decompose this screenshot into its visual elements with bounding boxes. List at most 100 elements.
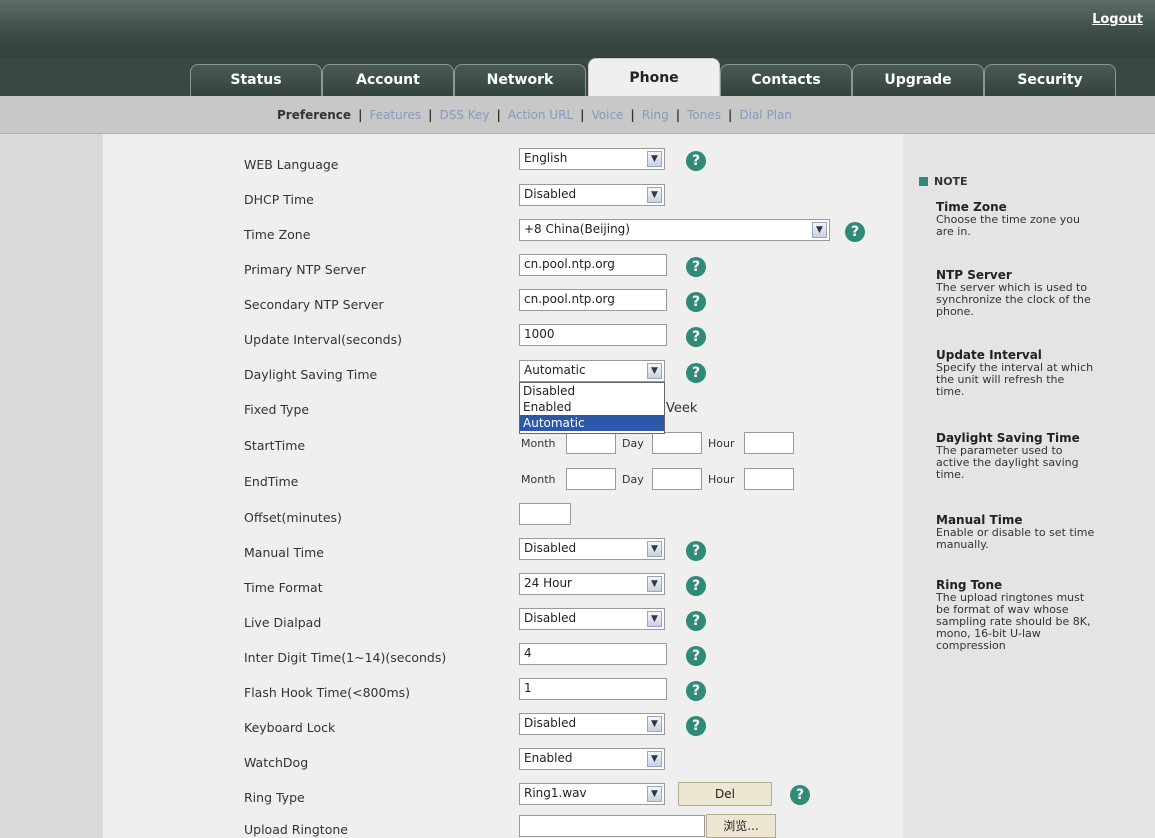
watchdog-value: Enabled	[524, 751, 573, 765]
start-time-label: StartTime	[244, 438, 306, 453]
note-manual-time: Manual Time Enable or disable to set tim…	[936, 513, 1096, 551]
note-title: NTP Server	[936, 268, 1012, 282]
note-bullet-icon	[919, 177, 928, 186]
chevron-down-icon: ▼	[647, 576, 662, 592]
time-format-select[interactable]: 24 Hour ▼	[519, 573, 665, 595]
note-time-zone: Time Zone Choose the time zone you are i…	[936, 200, 1096, 238]
upload-ringtone-path[interactable]	[519, 815, 705, 837]
time-zone-label: Time Zone	[244, 227, 311, 242]
help-icon[interactable]: ?	[790, 785, 810, 805]
subnav-action-url[interactable]: Action URL	[508, 108, 573, 122]
tab-account[interactable]: Account	[322, 64, 454, 96]
dropdown-option-disabled[interactable]: Disabled	[520, 383, 664, 399]
tab-network[interactable]: Network	[454, 64, 586, 96]
tab-status[interactable]: Status	[190, 64, 322, 96]
note-title: Ring Tone	[936, 578, 1003, 592]
daylight-saving-value: Automatic	[524, 363, 586, 377]
help-icon[interactable]: ?	[845, 222, 865, 242]
note-heading-text: NOTE	[934, 175, 968, 188]
end-day-input[interactable]	[652, 468, 702, 490]
logout-link[interactable]: Logout	[1092, 12, 1143, 27]
subnav-dss-key[interactable]: DSS Key	[439, 108, 489, 122]
update-interval-label: Update Interval(seconds)	[244, 332, 402, 347]
help-icon[interactable]: ?	[686, 292, 706, 312]
note-daylight-saving: Daylight Saving Time The parameter used …	[936, 431, 1096, 481]
primary-ntp-input[interactable]: cn.pool.ntp.org	[519, 254, 667, 276]
note-ring-tone: Ring Tone The upload ringtones must be f…	[936, 578, 1096, 652]
help-icon[interactable]: ?	[686, 681, 706, 701]
fixed-type-label: Fixed Type	[244, 402, 310, 417]
time-zone-select[interactable]: +8 China(Beijing) ▼	[519, 219, 830, 241]
chevron-down-icon: ▼	[647, 611, 662, 627]
chevron-down-icon: ▼	[647, 363, 662, 379]
web-language-value: English	[524, 151, 568, 165]
web-language-select[interactable]: English ▼	[519, 148, 665, 170]
time-format-value: 24 Hour	[524, 576, 572, 590]
note-title: Manual Time	[936, 513, 1023, 527]
main-tab-bar: Status Account Network Phone Contacts Up…	[0, 58, 1155, 96]
upload-ringtone-label: Upload Ringtone	[244, 822, 348, 837]
start-month-input[interactable]	[566, 432, 616, 454]
subnav-dial-plan[interactable]: Dial Plan	[739, 108, 792, 122]
tab-phone[interactable]: Phone	[588, 58, 720, 96]
subnav-separator: |	[580, 108, 585, 122]
manual-time-value: Disabled	[524, 541, 577, 555]
live-dialpad-select[interactable]: Disabled ▼	[519, 608, 665, 630]
subnav-voice[interactable]: Voice	[591, 108, 623, 122]
ring-type-select[interactable]: Ring1.wav ▼	[519, 783, 665, 805]
dropdown-option-enabled[interactable]: Enabled	[520, 399, 664, 415]
delete-ringtone-button[interactable]: Del	[678, 782, 772, 806]
browse-button[interactable]: 浏览...	[706, 814, 776, 838]
tab-contacts[interactable]: Contacts	[720, 64, 852, 96]
help-icon[interactable]: ?	[686, 716, 706, 736]
chevron-down-icon: ▼	[647, 187, 662, 203]
manual-time-select[interactable]: Disabled ▼	[519, 538, 665, 560]
subnav-separator: |	[358, 108, 363, 122]
chevron-down-icon: ▼	[812, 222, 827, 238]
web-language-label: WEB Language	[244, 157, 339, 172]
help-icon[interactable]: ?	[686, 327, 706, 347]
offset-input[interactable]	[519, 503, 571, 525]
daylight-saving-select[interactable]: Automatic ▼	[519, 360, 665, 382]
tab-upgrade[interactable]: Upgrade	[852, 64, 984, 96]
keyboard-lock-value: Disabled	[524, 716, 577, 730]
inter-digit-label: Inter Digit Time(1~14)(seconds)	[244, 650, 447, 665]
help-icon[interactable]: ?	[686, 257, 706, 277]
subnav-ring[interactable]: Ring	[642, 108, 669, 122]
note-title: Time Zone	[936, 200, 1007, 214]
watchdog-select[interactable]: Enabled ▼	[519, 748, 665, 770]
note-update-interval: Update Interval Specify the interval at …	[936, 348, 1096, 398]
tab-security[interactable]: Security	[984, 64, 1116, 96]
help-icon[interactable]: ?	[686, 541, 706, 561]
dhcp-time-select[interactable]: Disabled ▼	[519, 184, 665, 206]
top-header-bar: Logout	[0, 0, 1155, 58]
subnav-features[interactable]: Features	[369, 108, 421, 122]
keyboard-lock-select[interactable]: Disabled ▼	[519, 713, 665, 735]
ring-type-label: Ring Type	[244, 790, 305, 805]
help-icon[interactable]: ?	[686, 611, 706, 631]
help-icon[interactable]: ?	[686, 576, 706, 596]
end-month-input[interactable]	[566, 468, 616, 490]
help-icon[interactable]: ?	[686, 151, 706, 171]
sub-navigation: Preference | Features | DSS Key | Action URL | V…	[0, 96, 1155, 134]
start-hour-input[interactable]	[744, 432, 794, 454]
update-interval-input[interactable]: 1000	[519, 324, 667, 346]
help-icon[interactable]: ?	[686, 646, 706, 666]
help-icon[interactable]: ?	[686, 363, 706, 383]
daylight-saving-dropdown-list: Disabled Enabled Automatic	[519, 382, 665, 434]
subnav-tones[interactable]: Tones	[687, 108, 721, 122]
note-heading: NOTE	[919, 175, 968, 188]
secondary-ntp-input[interactable]: cn.pool.ntp.org	[519, 289, 667, 311]
live-dialpad-label: Live Dialpad	[244, 615, 322, 630]
dhcp-time-value: Disabled	[524, 187, 577, 201]
end-hour-input[interactable]	[744, 468, 794, 490]
start-day-input[interactable]	[652, 432, 702, 454]
inter-digit-input[interactable]: 4	[519, 643, 667, 665]
left-gutter	[0, 134, 103, 838]
dropdown-option-automatic[interactable]: Automatic	[520, 415, 664, 431]
primary-ntp-label: Primary NTP Server	[244, 262, 366, 277]
chevron-down-icon: ▼	[647, 716, 662, 732]
subnav-preference[interactable]: Preference	[277, 108, 351, 122]
chevron-down-icon: ▼	[647, 151, 662, 167]
flash-hook-input[interactable]: 1	[519, 678, 667, 700]
